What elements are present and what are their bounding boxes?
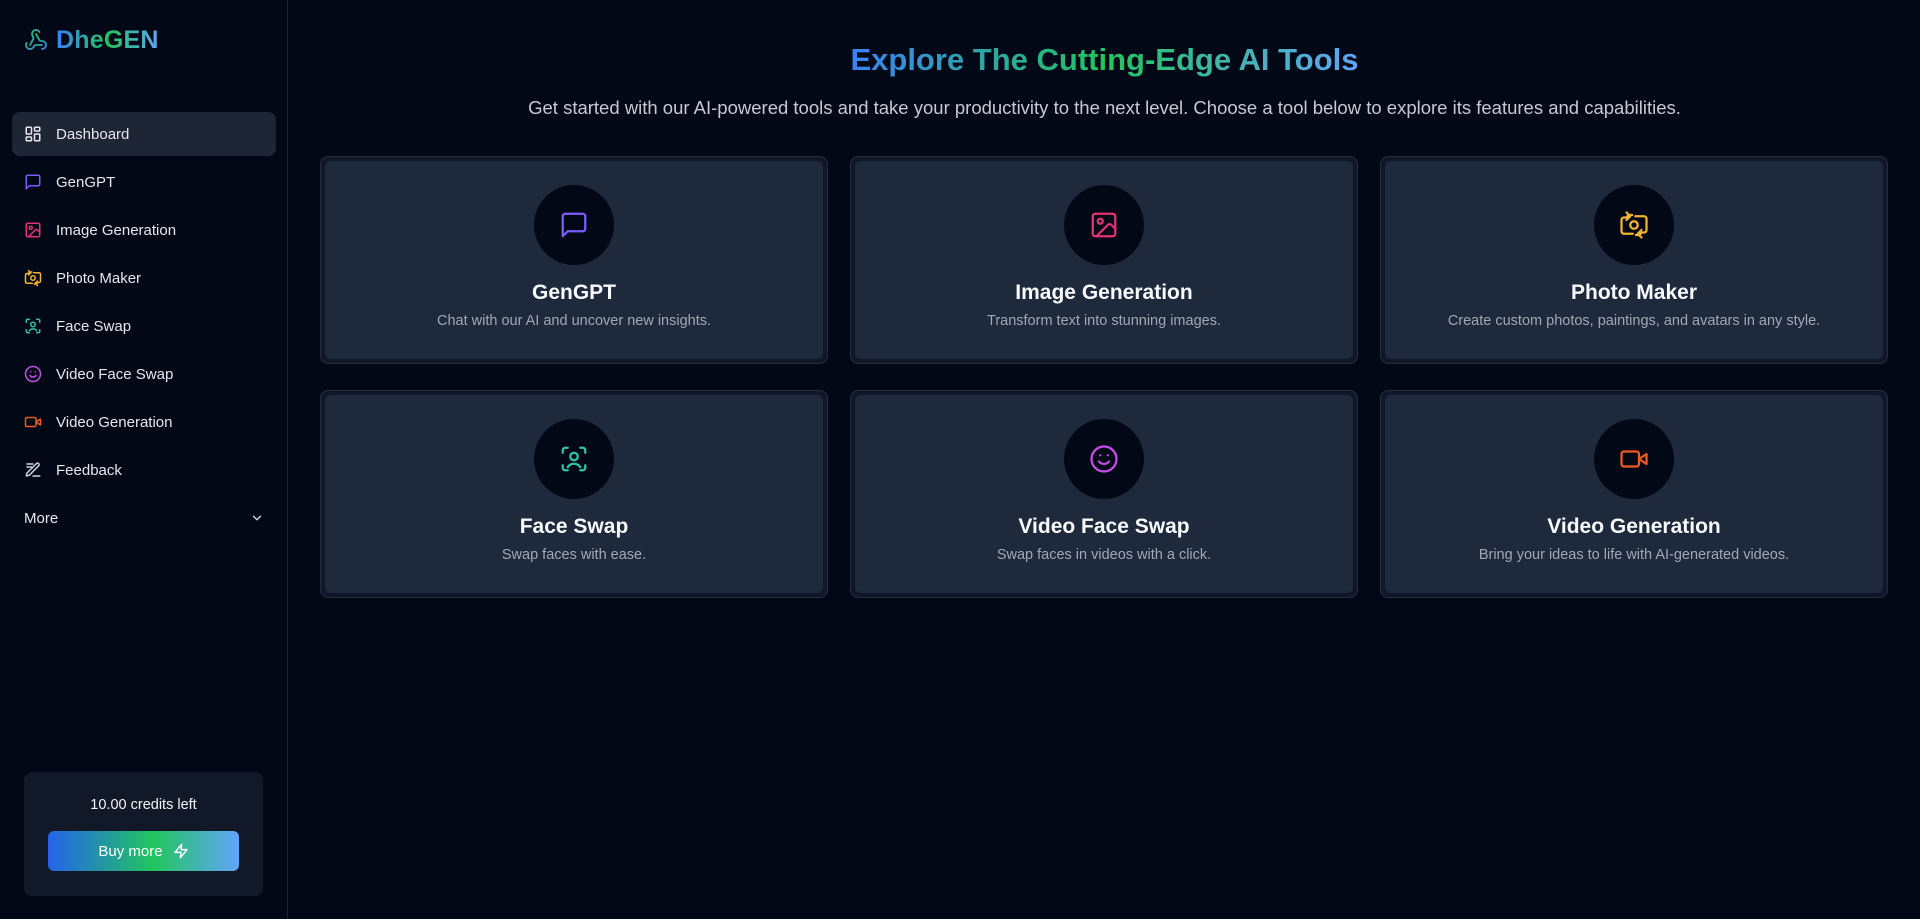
sidebar-item-feedback[interactable]: Feedback bbox=[12, 448, 276, 492]
more-toggle[interactable]: More bbox=[12, 496, 276, 540]
sidebar-item-video-face-swap[interactable]: Video Face Swap bbox=[12, 352, 276, 396]
tool-title: Video Face Swap bbox=[1018, 515, 1190, 538]
sidebar-item-label: Dashboard bbox=[56, 125, 130, 143]
tool-description: Create custom photos, paintings, and ava… bbox=[1447, 313, 1821, 329]
buy-more-button[interactable]: Buy more bbox=[48, 831, 239, 871]
sidebar-item-label: Feedback bbox=[56, 461, 122, 479]
smile-icon bbox=[1064, 419, 1144, 499]
lightning-icon bbox=[173, 843, 189, 859]
sidebar-item-label: Video Face Swap bbox=[56, 365, 174, 383]
credits-remaining: 10.00 credits left bbox=[90, 797, 197, 813]
credits-panel: 10.00 credits left Buy more bbox=[24, 772, 263, 896]
tool-card-image-generation[interactable]: Image Generation Transform text into stu… bbox=[850, 156, 1358, 364]
page-title-text: Explore The Cutting-Edge AI Tools bbox=[850, 42, 1359, 77]
chevron-down-icon bbox=[250, 511, 264, 525]
sidebar-item-face-swap[interactable]: Face Swap bbox=[12, 304, 276, 348]
sidebar-item-photo-maker[interactable]: Photo Maker bbox=[12, 256, 276, 300]
sidebar: DheGEN Dashboard GenGPT Image Generation… bbox=[0, 0, 288, 919]
chat-icon bbox=[534, 185, 614, 265]
tool-card-video-generation[interactable]: Video Generation Bring your ideas to lif… bbox=[1380, 390, 1888, 598]
sidebar-item-gengpt[interactable]: GenGPT bbox=[12, 160, 276, 204]
tool-title: Face Swap bbox=[519, 515, 629, 538]
image-icon bbox=[1064, 185, 1144, 265]
tool-description: Swap faces with ease. bbox=[501, 547, 647, 563]
page-subtitle: Get started with our AI-powered tools an… bbox=[528, 97, 1681, 118]
tool-card-video-face-swap[interactable]: Video Face Swap Swap faces in videos wit… bbox=[850, 390, 1358, 598]
video-icon bbox=[1594, 419, 1674, 499]
more-label: More bbox=[24, 509, 59, 527]
tool-description: Chat with our AI and uncover new insight… bbox=[436, 313, 712, 329]
tool-title: Video Generation bbox=[1547, 515, 1721, 538]
image-icon bbox=[24, 221, 42, 239]
main-content: Explore The Cutting-Edge AI Tools Get st… bbox=[289, 0, 1920, 919]
video-icon bbox=[24, 413, 42, 431]
tool-card-gengpt[interactable]: GenGPT Chat with our AI and uncover new … bbox=[320, 156, 828, 364]
tool-card-face-swap[interactable]: Face Swap Swap faces with ease. bbox=[320, 390, 828, 598]
camera-swap-icon bbox=[24, 269, 42, 287]
brand-logo[interactable]: DheGEN bbox=[24, 24, 159, 56]
feedback-icon bbox=[24, 461, 42, 479]
chat-icon bbox=[24, 173, 42, 191]
tool-description: Bring your ideas to life with AI-generat… bbox=[1478, 547, 1790, 563]
tool-card-photo-maker[interactable]: Photo Maker Create custom photos, painti… bbox=[1380, 156, 1888, 364]
sidebar-item-label: Photo Maker bbox=[56, 269, 142, 287]
tool-title: Photo Maker bbox=[1570, 281, 1698, 304]
tool-description: Swap faces in videos with a click. bbox=[996, 547, 1212, 563]
sidebar-item-label: GenGPT bbox=[56, 173, 116, 191]
sidebar-item-label: Video Generation bbox=[56, 413, 173, 431]
dashboard-icon bbox=[24, 125, 42, 143]
page-title: Explore The Cutting-Edge AI Tools bbox=[289, 42, 1920, 78]
logo-icon bbox=[24, 28, 48, 52]
sidebar-item-label: Image Generation bbox=[56, 221, 177, 239]
sidebar-item-image-generation[interactable]: Image Generation bbox=[12, 208, 276, 252]
tool-title: Image Generation bbox=[1015, 281, 1193, 304]
face-scan-icon bbox=[534, 419, 614, 499]
sidebar-item-dashboard[interactable]: Dashboard bbox=[12, 112, 276, 156]
face-scan-icon bbox=[24, 317, 42, 335]
buy-more-label: Buy more bbox=[98, 842, 163, 860]
sidebar-item-video-generation[interactable]: Video Generation bbox=[12, 400, 276, 444]
tools-grid: GenGPT Chat with our AI and uncover new … bbox=[320, 156, 1888, 598]
tool-description: Transform text into stunning images. bbox=[987, 313, 1221, 329]
sidebar-item-label: Face Swap bbox=[56, 317, 132, 335]
smile-icon bbox=[24, 365, 42, 383]
sidebar-nav: Dashboard GenGPT Image Generation Photo … bbox=[12, 112, 276, 540]
brand-name: DheGEN bbox=[56, 25, 159, 54]
tool-title: GenGPT bbox=[531, 281, 616, 304]
camera-swap-icon bbox=[1594, 185, 1674, 265]
